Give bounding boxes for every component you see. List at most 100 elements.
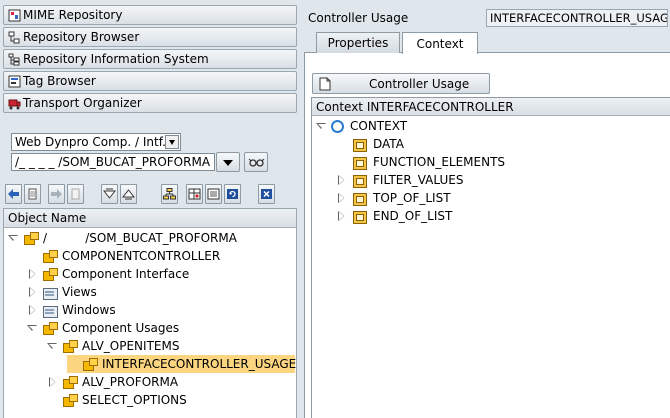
expanded-triangle-icon[interactable]: [27, 323, 38, 334]
arrow-right-icon: [51, 189, 62, 199]
component-usage-icon: [62, 393, 78, 407]
tree-node-views[interactable]: Views: [27, 283, 97, 301]
tree-node-label: SELECT_OPTIONS: [82, 393, 187, 407]
collapsed-triangle-icon[interactable]: [336, 210, 347, 222]
object-name-value: /_ _ _ _ /SOM_BUCAT_PROFORMA: [15, 155, 211, 169]
component-icon: [23, 231, 39, 245]
context-tree-header: Context INTERFACECONTROLLER: [312, 98, 670, 116]
tab-properties-label: Properties: [327, 36, 389, 50]
arrow-left-icon: [8, 189, 19, 199]
tree-node-select-options[interactable]: SELECT_OPTIONS: [47, 391, 187, 409]
component-usage-icon: [42, 321, 58, 335]
tab-context-label: Context: [416, 36, 464, 51]
close-button[interactable]: [258, 184, 275, 204]
repository-info-system-label: Repository Information System: [23, 52, 209, 66]
context-node-icon: [353, 192, 367, 206]
context-node-icon: [353, 210, 367, 224]
context-node-data[interactable]: DATA: [336, 135, 404, 153]
controller-usage-button[interactable]: Controller Usage: [312, 73, 490, 94]
mime-repository-label: MIME Repository: [23, 8, 123, 22]
expanded-triangle-icon[interactable]: [47, 341, 58, 352]
triangle-down-icon: [103, 188, 116, 199]
glasses-icon: [248, 158, 265, 167]
context-node-icon: [353, 156, 367, 170]
context-node-end-of-list[interactable]: END_OF_LIST: [336, 207, 452, 225]
history-back-button[interactable]: [24, 184, 41, 204]
context-node-function-elements[interactable]: FUNCTION_ELEMENTS: [336, 153, 505, 171]
component-usage-icon: [62, 375, 78, 389]
back-button[interactable]: [5, 184, 22, 204]
collapsed-triangle-icon[interactable]: [336, 174, 347, 186]
page-icon: [71, 188, 80, 200]
repository-browser-button[interactable]: Repository Browser: [3, 27, 297, 47]
component-interface-icon: [42, 267, 58, 281]
tag-browser-icon: [8, 75, 21, 88]
tree-node-root-component[interactable]: / /SOM_BUCAT_PROFORMA: [8, 229, 237, 247]
tag-browser-button[interactable]: Tag Browser: [3, 71, 297, 91]
repository-info-system-icon: [8, 53, 21, 66]
where-used-button[interactable]: [186, 184, 203, 204]
transport-organizer-button[interactable]: Transport Organizer: [3, 93, 297, 113]
tree-node-windows[interactable]: Windows: [27, 301, 116, 319]
collapsed-triangle-icon[interactable]: [27, 268, 38, 280]
repository-info-system-button[interactable]: Repository Information System: [3, 49, 297, 69]
history-forward-button[interactable]: [67, 184, 84, 204]
page-icon: [28, 188, 37, 200]
dropdown-arrow-icon[interactable]: [165, 135, 179, 149]
context-tree-header-label: Context INTERFACECONTROLLER: [316, 99, 514, 114]
tree-node-alv-proforma[interactable]: ALV_PROFORMA: [47, 373, 178, 391]
tree-node-label: Views: [62, 285, 97, 299]
object-tree: Object Name / /SOM_BUCAT_PROFORMA COMPON…: [3, 208, 297, 418]
collapsed-triangle-icon[interactable]: [27, 286, 38, 298]
tab-context[interactable]: Context: [402, 32, 478, 54]
controller-usage-name-value: INTERFACECONTROLLER_USAGE: [490, 11, 668, 25]
hierarchy-icon: [163, 188, 176, 200]
refresh-button[interactable]: [224, 184, 241, 204]
object-name-column-header: Object Name: [8, 211, 87, 225]
context-node-label: TOP_OF_LIST: [373, 191, 451, 205]
transport-organizer-icon: [8, 97, 21, 110]
expanded-triangle-icon[interactable]: [316, 121, 327, 132]
context-root-label: CONTEXT: [350, 119, 408, 133]
controller-usage-title-label: Controller Usage: [308, 11, 409, 25]
tree-node-componentcontroller[interactable]: COMPONENTCONTROLLER: [27, 247, 220, 265]
tab-properties[interactable]: Properties: [316, 32, 400, 53]
triangle-up-icon: [122, 189, 135, 200]
controller-icon: [42, 249, 58, 263]
hierarchy-button[interactable]: [161, 184, 178, 204]
collapse-button[interactable]: [120, 184, 137, 204]
component-usage-icon: [62, 339, 78, 353]
collapsed-triangle-icon[interactable]: [336, 192, 347, 204]
display-object-button[interactable]: [244, 152, 268, 172]
expand-button[interactable]: [101, 184, 118, 204]
mime-repository-icon: [8, 9, 21, 22]
mime-repository-button[interactable]: MIME Repository: [3, 5, 297, 25]
new-document-icon: [319, 77, 331, 90]
object-name-input[interactable]: /_ _ _ _ /SOM_BUCAT_PROFORMA: [11, 153, 215, 171]
context-node-filter-values[interactable]: FILTER_VALUES: [336, 171, 463, 189]
collapsed-triangle-icon[interactable]: [27, 304, 38, 316]
collapsed-triangle-icon[interactable]: [47, 376, 58, 388]
folder-icon: [42, 303, 58, 318]
expanded-triangle-icon[interactable]: [8, 233, 19, 244]
tree-node-alv-openitems[interactable]: ALV_OPENITEMS: [47, 337, 179, 355]
close-icon: [261, 189, 272, 199]
forward-button[interactable]: [48, 184, 65, 204]
object-type-dropdown[interactable]: Web Dynpro Comp. / Intf.: [11, 133, 181, 151]
tag-browser-label: Tag Browser: [23, 74, 96, 88]
context-tree: Context INTERFACECONTROLLER CONTEXT DATA…: [311, 97, 670, 418]
context-root-node[interactable]: CONTEXT: [316, 117, 407, 135]
context-node-label: FILTER_VALUES: [373, 173, 464, 187]
dropdown-arrow-icon: [223, 160, 233, 166]
tree-node-label: / /SOM_BUCAT_PROFORMA: [43, 231, 237, 245]
object-name-dropdown-button[interactable]: [216, 152, 240, 172]
context-node-top-of-list[interactable]: TOP_OF_LIST: [336, 189, 451, 207]
tree-node-label: Component Interface: [62, 267, 190, 281]
tree-node-interfacecontroller-usage[interactable]: INTERFACECONTROLLER_USAGE: [67, 355, 296, 373]
tree-node-component-interface[interactable]: Component Interface: [27, 265, 189, 283]
transport-organizer-label: Transport Organizer: [23, 96, 142, 110]
display-list-button[interactable]: [205, 184, 222, 204]
tree-node-component-usages[interactable]: Component Usages: [27, 319, 179, 337]
context-node-icon: [353, 174, 367, 188]
interface-controller-usage-icon: [82, 357, 98, 371]
